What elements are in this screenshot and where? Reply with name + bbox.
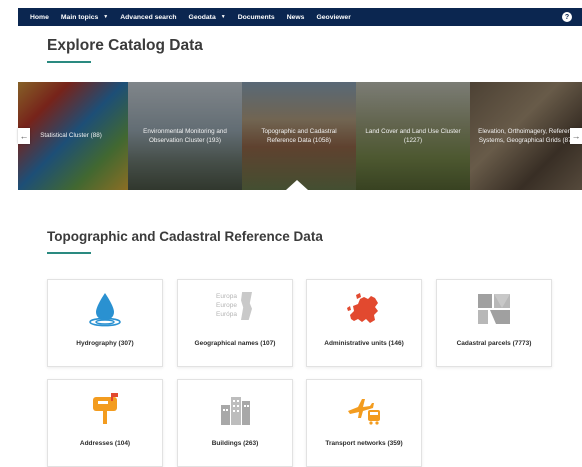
page-title: Explore Catalog Data <box>47 37 203 54</box>
chevron-down-icon: ▼ <box>220 14 226 20</box>
selected-slide-pointer <box>286 180 308 190</box>
nav-advanced-search[interactable]: Advanced search <box>120 14 176 21</box>
arrow-left-icon: ← <box>19 131 29 141</box>
place-name-text: Európa <box>216 311 237 318</box>
card-buildings[interactable]: Buildings (263) <box>177 379 293 467</box>
nav-label: Main topics <box>60 13 99 21</box>
nav-label: Geodata <box>188 13 216 21</box>
slide-caption: Environmental Monitoring and Observation… <box>143 127 227 145</box>
carousel-next-button[interactable]: → <box>570 128 582 144</box>
card-addresses[interactable]: Addresses (104) <box>47 379 163 467</box>
carousel-slide-topographic[interactable]: Topographic and Cadastral Reference Data… <box>242 82 356 190</box>
parcels-icon <box>478 294 510 324</box>
nav-main-topics[interactable]: Main topics ▼ <box>61 14 108 21</box>
carousel-prev-button[interactable]: ← <box>18 128 30 144</box>
slide-caption: Land Cover and Land Use Cluster (1227) <box>365 127 461 145</box>
card-geographical-names[interactable]: Europa Europe Európa Geographical names … <box>177 279 293 367</box>
card-label: Cadastral parcels (7773) <box>456 340 532 347</box>
card-transport-networks[interactable]: Transport networks (359) <box>306 379 422 467</box>
nav-home[interactable]: Home <box>30 14 49 21</box>
buildings-icon <box>221 397 250 425</box>
nav-geodata[interactable]: Geodata ▼ <box>189 14 226 21</box>
carousel-slide-statistical[interactable]: Statistical Cluster (88) <box>18 82 128 190</box>
help-icon[interactable]: ? <box>562 12 572 22</box>
slide-caption: Topographic and Cadastral Reference Data… <box>261 127 337 145</box>
place-names-icon: Europa Europe Európa <box>216 292 256 328</box>
water-drop-icon <box>89 293 121 327</box>
nav-label: Documents <box>237 13 275 21</box>
nav-label: Advanced search <box>120 13 177 21</box>
card-label: Geographical names (107) <box>194 340 276 347</box>
place-name-text: Europe <box>216 302 237 309</box>
europe-map-icon <box>347 293 378 323</box>
place-name-text: Europa <box>216 293 237 300</box>
card-label: Addresses (104) <box>79 440 131 447</box>
nav-label: News <box>286 13 305 21</box>
nav-documents[interactable]: Documents <box>238 14 275 21</box>
chevron-down-icon: ▼ <box>103 14 109 20</box>
card-label: Transport networks (359) <box>325 440 403 447</box>
card-label: Buildings (263) <box>211 440 259 447</box>
nav-label: Geoviewer <box>316 13 351 21</box>
carousel-slide-elevation[interactable]: Elevation, Orthoimagery, Reference Syste… <box>470 82 582 190</box>
card-label: Administrative units (146) <box>324 340 404 347</box>
catalog-carousel: Statistical Cluster (88) Environmental M… <box>18 82 582 190</box>
section-title: Topographic and Cadastral Reference Data <box>47 229 323 244</box>
nav-label: Home <box>30 13 49 21</box>
nav-geoviewer[interactable]: Geoviewer <box>316 14 350 21</box>
carousel-slide-environmental[interactable]: Environmental Monitoring and Observation… <box>128 82 242 190</box>
title-underline <box>47 61 91 63</box>
carousel-slide-landcover[interactable]: Land Cover and Land Use Cluster (1227) <box>356 82 470 190</box>
nav-news[interactable]: News <box>287 14 305 21</box>
card-cadastral-parcels[interactable]: Cadastral parcels (7773) <box>436 279 552 367</box>
card-label: Hydrography (307) <box>76 340 134 347</box>
card-hydrography[interactable]: Hydrography (307) <box>47 279 163 367</box>
card-administrative-units[interactable]: Administrative units (146) <box>306 279 422 367</box>
transport-icon <box>348 399 380 425</box>
mailbox-icon <box>93 393 118 424</box>
top-nav: Home Main topics ▼ Advanced search Geodat… <box>18 8 582 26</box>
slide-caption: Elevation, Orthoimagery, Reference Syste… <box>478 127 578 145</box>
slide-caption: Statistical Cluster (88) <box>40 132 102 140</box>
arrow-right-icon: → <box>571 131 581 141</box>
section-underline <box>47 252 91 254</box>
